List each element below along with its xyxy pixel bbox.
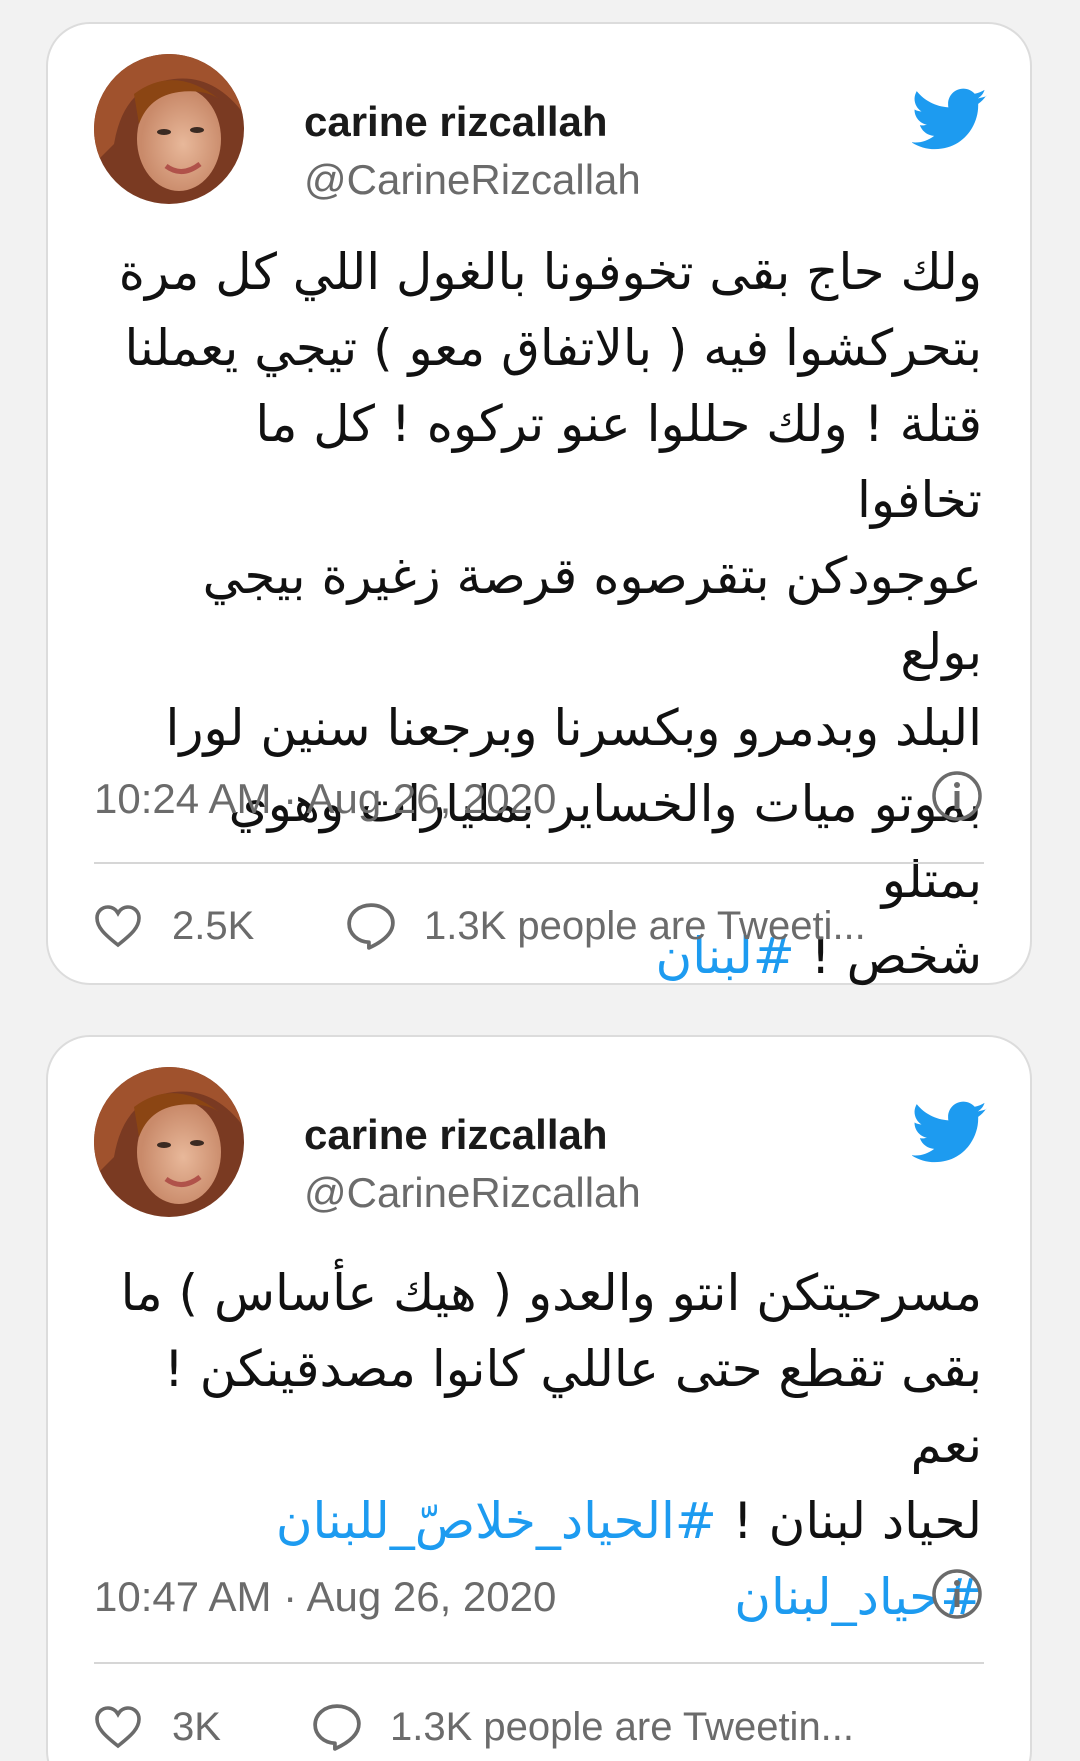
tweet-text-line: عوجودكن بتقرصوه قرصة زغيرة بيجي بولع xyxy=(202,547,982,681)
tweet-screenshot-page: carine rizcallah @CarineRizcallah ولك حا… xyxy=(0,0,1080,1761)
info-icon[interactable] xyxy=(930,769,984,823)
tweet-timestamp[interactable]: 10:47 AM · Aug 26, 2020 xyxy=(94,1573,556,1621)
tweet-header: carine rizcallah @CarineRizcallah xyxy=(94,1067,990,1217)
tweet-text-line: قتلة ! ولك حللوا عنو تركوه ! كل ما تخافو… xyxy=(255,395,982,529)
tweet-card[interactable]: carine rizcallah @CarineRizcallah مسرحيت… xyxy=(46,1035,1032,1761)
tweet-actions: 3K 1.3K people are Tweetin... xyxy=(94,1697,984,1757)
like-count: 3K xyxy=(172,1704,221,1749)
tweet-timestamp[interactable]: 10:24 AM · Aug 26, 2020 xyxy=(94,775,556,823)
people-tweeting-label: 1.3K people are Tweetin... xyxy=(390,1704,855,1749)
tweet-card[interactable]: carine rizcallah @CarineRizcallah ولك حا… xyxy=(46,22,1032,985)
tweet-text: ولك حاج بقى تخوفونا بالغول اللي كل مرة ب… xyxy=(118,234,982,994)
like-button[interactable]: 2.5K xyxy=(94,896,254,956)
tweet-text-line: بتحركشوا فيه ( بالاتفاق معو ) تيجي يعملن… xyxy=(124,319,982,377)
tweet-actions: 2.5K 1.3K people are Tweeti... xyxy=(94,896,984,956)
heart-icon xyxy=(95,905,141,948)
avatar[interactable] xyxy=(94,54,244,204)
author-handle[interactable]: @CarineRizcallah xyxy=(304,1169,641,1217)
tweet-text-line: بقى تقطع حتى عاللي كانوا مصدقينكن ! نعم xyxy=(163,1340,982,1474)
tweet-header: carine rizcallah @CarineRizcallah xyxy=(94,54,990,204)
people-tweeting-button[interactable]: 1.3K people are Tweetin... xyxy=(312,1697,854,1757)
tweet-text-line: البلد وبدمرو وبكسرنا وبرجعنا سنين لورا xyxy=(165,699,982,757)
heart-icon xyxy=(95,1706,141,1749)
speech-bubble-icon xyxy=(347,903,395,950)
tweet-text-line: لحياد لبنان ! #الحياد_خلاصّ_للبنان xyxy=(118,1483,982,1559)
author-display-name[interactable]: carine rizcallah xyxy=(304,98,608,146)
avatar[interactable] xyxy=(94,1067,244,1217)
twitter-bird-icon[interactable] xyxy=(911,1101,988,1165)
info-icon[interactable] xyxy=(930,1567,984,1621)
tweet-text-line: ولك حاج بقى تخوفونا بالغول اللي كل مرة xyxy=(118,243,982,301)
divider xyxy=(94,1662,984,1664)
tweet-text-line: مسرحيتكن انتو والعدو ( هيك عأساس ) ما xyxy=(120,1264,982,1322)
hashtag-link[interactable]: #الحياد_خلاصّ_للبنان xyxy=(276,1492,717,1550)
speech-bubble-icon xyxy=(313,1704,361,1751)
tweet-text-segment: لحياد لبنان ! xyxy=(716,1492,982,1550)
twitter-bird-icon[interactable] xyxy=(911,88,988,152)
people-tweeting-label: 1.3K people are Tweeti... xyxy=(424,903,866,948)
tweet-meta: 10:24 AM · Aug 26, 2020 xyxy=(94,769,984,829)
divider xyxy=(94,862,984,864)
people-tweeting-button[interactable]: 1.3K people are Tweeti... xyxy=(346,896,866,956)
tweet-meta: 10:47 AM · Aug 26, 2020 xyxy=(94,1567,984,1627)
like-count: 2.5K xyxy=(172,903,255,948)
author-display-name[interactable]: carine rizcallah xyxy=(304,1111,608,1159)
author-handle[interactable]: @CarineRizcallah xyxy=(304,156,641,204)
like-button[interactable]: 3K xyxy=(94,1697,221,1757)
